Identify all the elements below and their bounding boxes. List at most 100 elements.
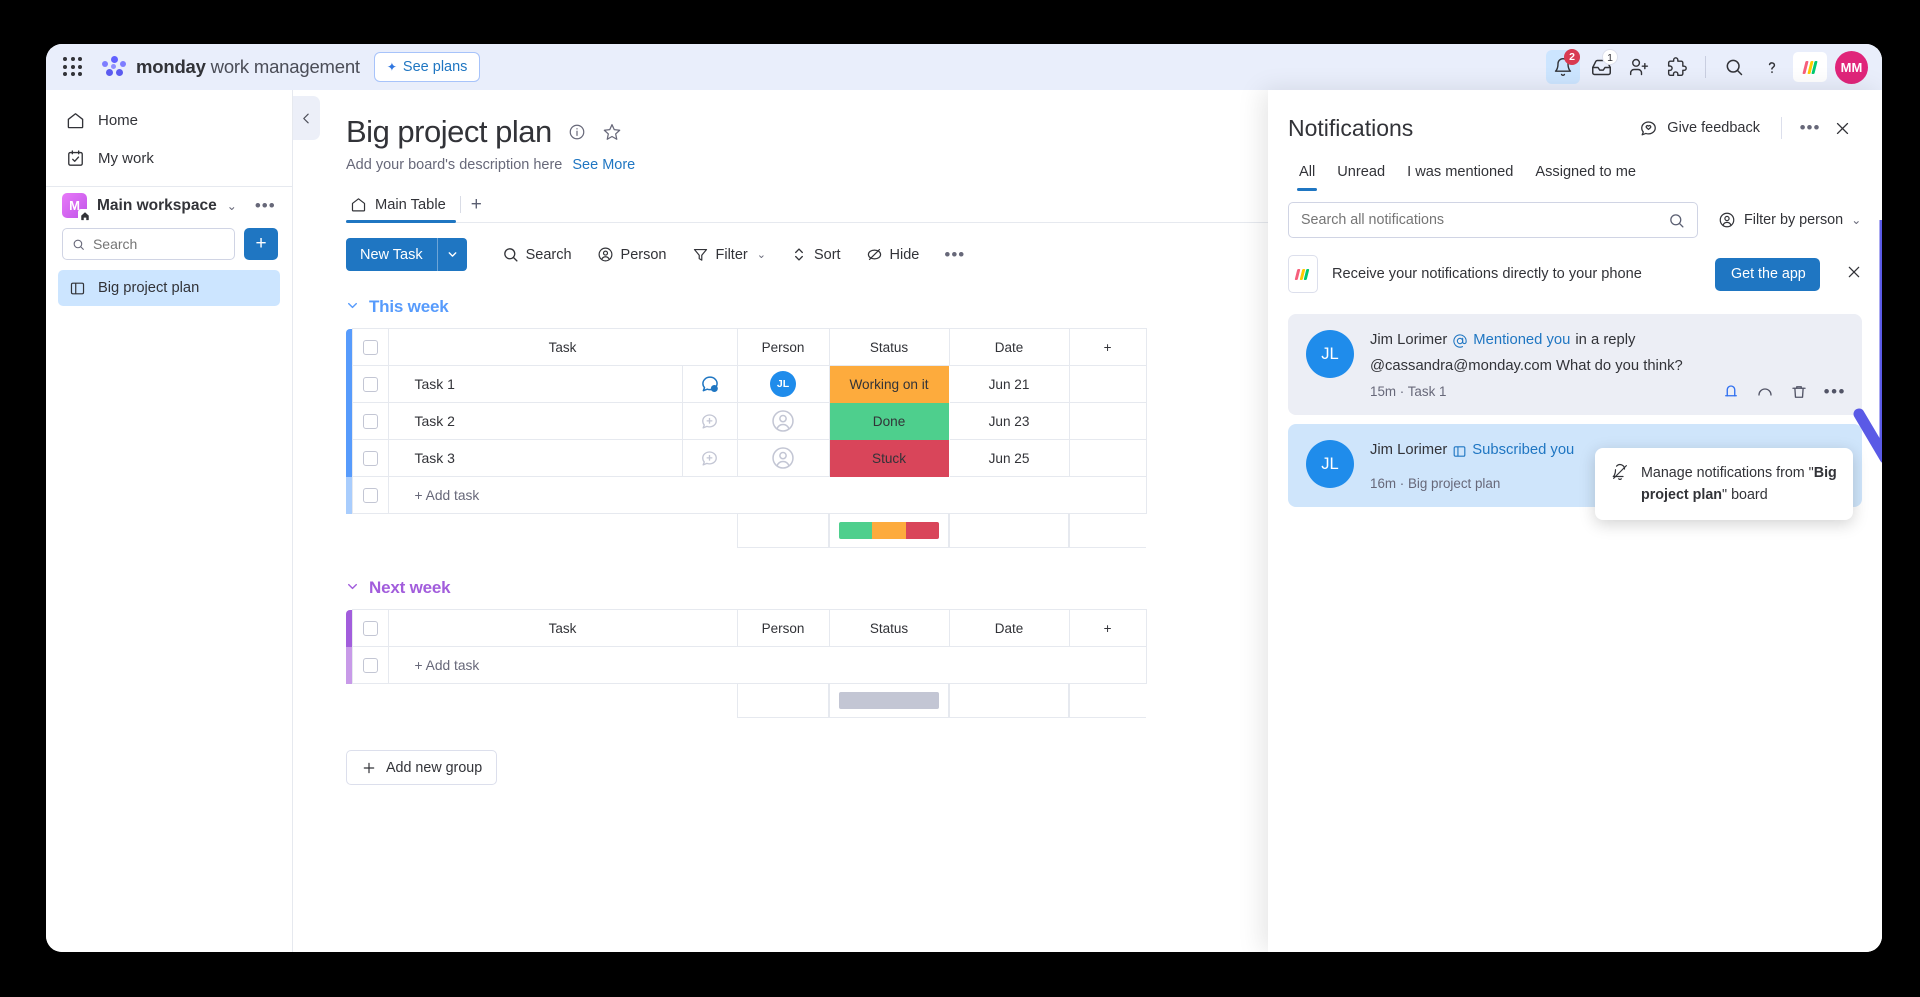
notifications-search[interactable] (1288, 202, 1698, 238)
inbox-icon[interactable]: 1 (1584, 50, 1618, 84)
mark-unread-icon[interactable] (1722, 383, 1740, 401)
row-checkbox-cell[interactable] (352, 366, 388, 403)
person-cell[interactable] (737, 403, 829, 440)
column-header-date[interactable]: Date (949, 610, 1069, 647)
table-row[interactable]: Task 3 (346, 440, 1146, 477)
table-row[interactable]: Task 2 (346, 403, 1146, 440)
status-distribution-bar[interactable] (839, 522, 939, 539)
status-badge[interactable]: Stuck (829, 440, 949, 477)
tab-main-table[interactable]: Main Table (346, 187, 456, 222)
filter-by-person-button[interactable]: Filter by person ⌄ (1712, 205, 1862, 235)
add-column-button[interactable]: + (1069, 329, 1146, 366)
person-cell[interactable]: JL (737, 366, 829, 403)
avatar-placeholder-icon[interactable] (770, 408, 796, 434)
add-update-icon[interactable] (700, 449, 719, 468)
board-person-button[interactable]: Person (588, 239, 676, 270)
avatar-placeholder-icon[interactable] (770, 445, 796, 471)
add-view-button[interactable]: + (471, 194, 482, 222)
add-task-row[interactable]: + Add task (346, 477, 1146, 514)
chevron-down-icon[interactable]: ⌄ (1851, 213, 1861, 227)
task-name[interactable]: Task 1 (388, 366, 682, 403)
group-collapse-icon[interactable] (346, 580, 359, 596)
summary-status-cell[interactable] (829, 514, 949, 548)
tab-all[interactable]: All (1288, 158, 1326, 186)
info-icon[interactable] (568, 123, 586, 141)
add-board-button[interactable]: + (244, 228, 278, 260)
delete-trash-icon[interactable] (1790, 383, 1808, 401)
workspace-selector[interactable]: M Main workspace ⌄ ••• (62, 193, 278, 218)
date-cell[interactable]: Jun 23 (949, 403, 1069, 440)
sidebar-item-home[interactable]: Home (56, 102, 282, 138)
tab-assigned-to-me[interactable]: Assigned to me (1524, 158, 1647, 186)
apps-marketplace-icon[interactable] (1660, 50, 1694, 84)
column-header-status[interactable]: Status (829, 329, 949, 366)
board-hide-button[interactable]: Hide (857, 239, 929, 270)
help-icon[interactable] (1755, 50, 1789, 84)
get-the-app-button[interactable]: Get the app (1715, 258, 1820, 291)
brand-logo[interactable]: monday work management (102, 56, 360, 78)
column-header-task[interactable]: Task (388, 329, 737, 366)
task-name[interactable]: Task 2 (388, 403, 682, 440)
select-all-checkbox[interactable] (363, 340, 378, 355)
add-new-group-button[interactable]: Add new group (346, 750, 497, 785)
star-icon[interactable] (602, 122, 622, 142)
avatar[interactable]: JL (1306, 330, 1354, 378)
user-avatar[interactable]: MM (1835, 51, 1868, 84)
chevron-down-icon[interactable]: ⌄ (227, 199, 237, 213)
apps-grid-icon[interactable] (60, 54, 86, 80)
chevron-down-icon[interactable]: ⌄ (757, 248, 766, 261)
give-feedback-button[interactable]: Give feedback (1630, 114, 1769, 143)
column-header-date[interactable]: Date (949, 329, 1069, 366)
table-row[interactable]: Task 1 1 (346, 366, 1146, 403)
group-name[interactable]: This week (369, 297, 448, 317)
new-task-caret-icon[interactable] (437, 238, 467, 271)
monday-mini-logo-icon[interactable] (1793, 52, 1827, 82)
sidebar-collapse-button[interactable] (293, 96, 320, 140)
tab-unread[interactable]: Unread (1326, 158, 1396, 186)
sidebar-item-big-project-plan[interactable]: Big project plan (58, 270, 280, 306)
board-sort-button[interactable]: Sort (782, 239, 850, 270)
notification-action[interactable]: Mentioned you (1473, 330, 1570, 351)
notifications-bell-icon[interactable]: 2 (1546, 50, 1580, 84)
search-icon[interactable] (1717, 50, 1751, 84)
column-header-person[interactable]: Person (737, 329, 829, 366)
workspace-more-icon[interactable]: ••• (255, 201, 276, 211)
select-all-checkbox[interactable] (363, 621, 378, 636)
status-distribution-bar[interactable] (839, 692, 939, 709)
workspace-search[interactable] (62, 228, 235, 260)
see-more-link[interactable]: See More (572, 157, 635, 173)
date-cell[interactable]: Jun 25 (949, 440, 1069, 477)
add-task-row[interactable]: + Add task (346, 647, 1146, 684)
tab-i-was-mentioned[interactable]: I was mentioned (1396, 158, 1524, 186)
select-all-checkbox-cell[interactable] (352, 610, 388, 647)
board-search-button[interactable]: Search (493, 239, 581, 270)
updates-cell[interactable] (682, 403, 737, 440)
row-checkbox-cell[interactable] (352, 403, 388, 440)
row-checkbox[interactable] (363, 414, 378, 429)
updates-cell[interactable] (682, 440, 737, 477)
close-promo-button[interactable] (1846, 264, 1862, 285)
mark-read-circle-icon[interactable] (1756, 383, 1774, 401)
list-item[interactable]: JL Jim Lorimer Mentioned you in a reply (1288, 314, 1862, 415)
row-checkbox-cell[interactable] (352, 440, 388, 477)
add-column-button[interactable]: + (1069, 610, 1146, 647)
board-filter-button[interactable]: Filter ⌄ (683, 239, 775, 270)
add-task-button[interactable]: + Add task (388, 477, 1146, 514)
add-task-button[interactable]: + Add task (388, 647, 1146, 684)
notification-action[interactable]: Subscribed you (1472, 440, 1574, 461)
date-cell[interactable]: Jun 21 (949, 366, 1069, 403)
add-update-icon[interactable] (700, 412, 719, 431)
column-header-task[interactable]: Task (388, 610, 737, 647)
workspace-search-input[interactable] (93, 236, 225, 252)
search-icon[interactable] (1668, 212, 1685, 229)
more-options-icon[interactable]: ••• (1824, 388, 1846, 396)
close-notifications-button[interactable] (1826, 112, 1858, 144)
invite-member-icon[interactable] (1622, 50, 1656, 84)
status-badge[interactable]: Working on it (829, 366, 949, 403)
column-header-person[interactable]: Person (737, 610, 829, 647)
status-badge[interactable]: Done (829, 403, 949, 440)
notifications-more-button[interactable]: ••• (1794, 112, 1826, 144)
new-task-button[interactable]: New Task (346, 238, 467, 271)
group-name[interactable]: Next week (369, 578, 450, 598)
sidebar-item-my-work[interactable]: My work (56, 140, 282, 176)
